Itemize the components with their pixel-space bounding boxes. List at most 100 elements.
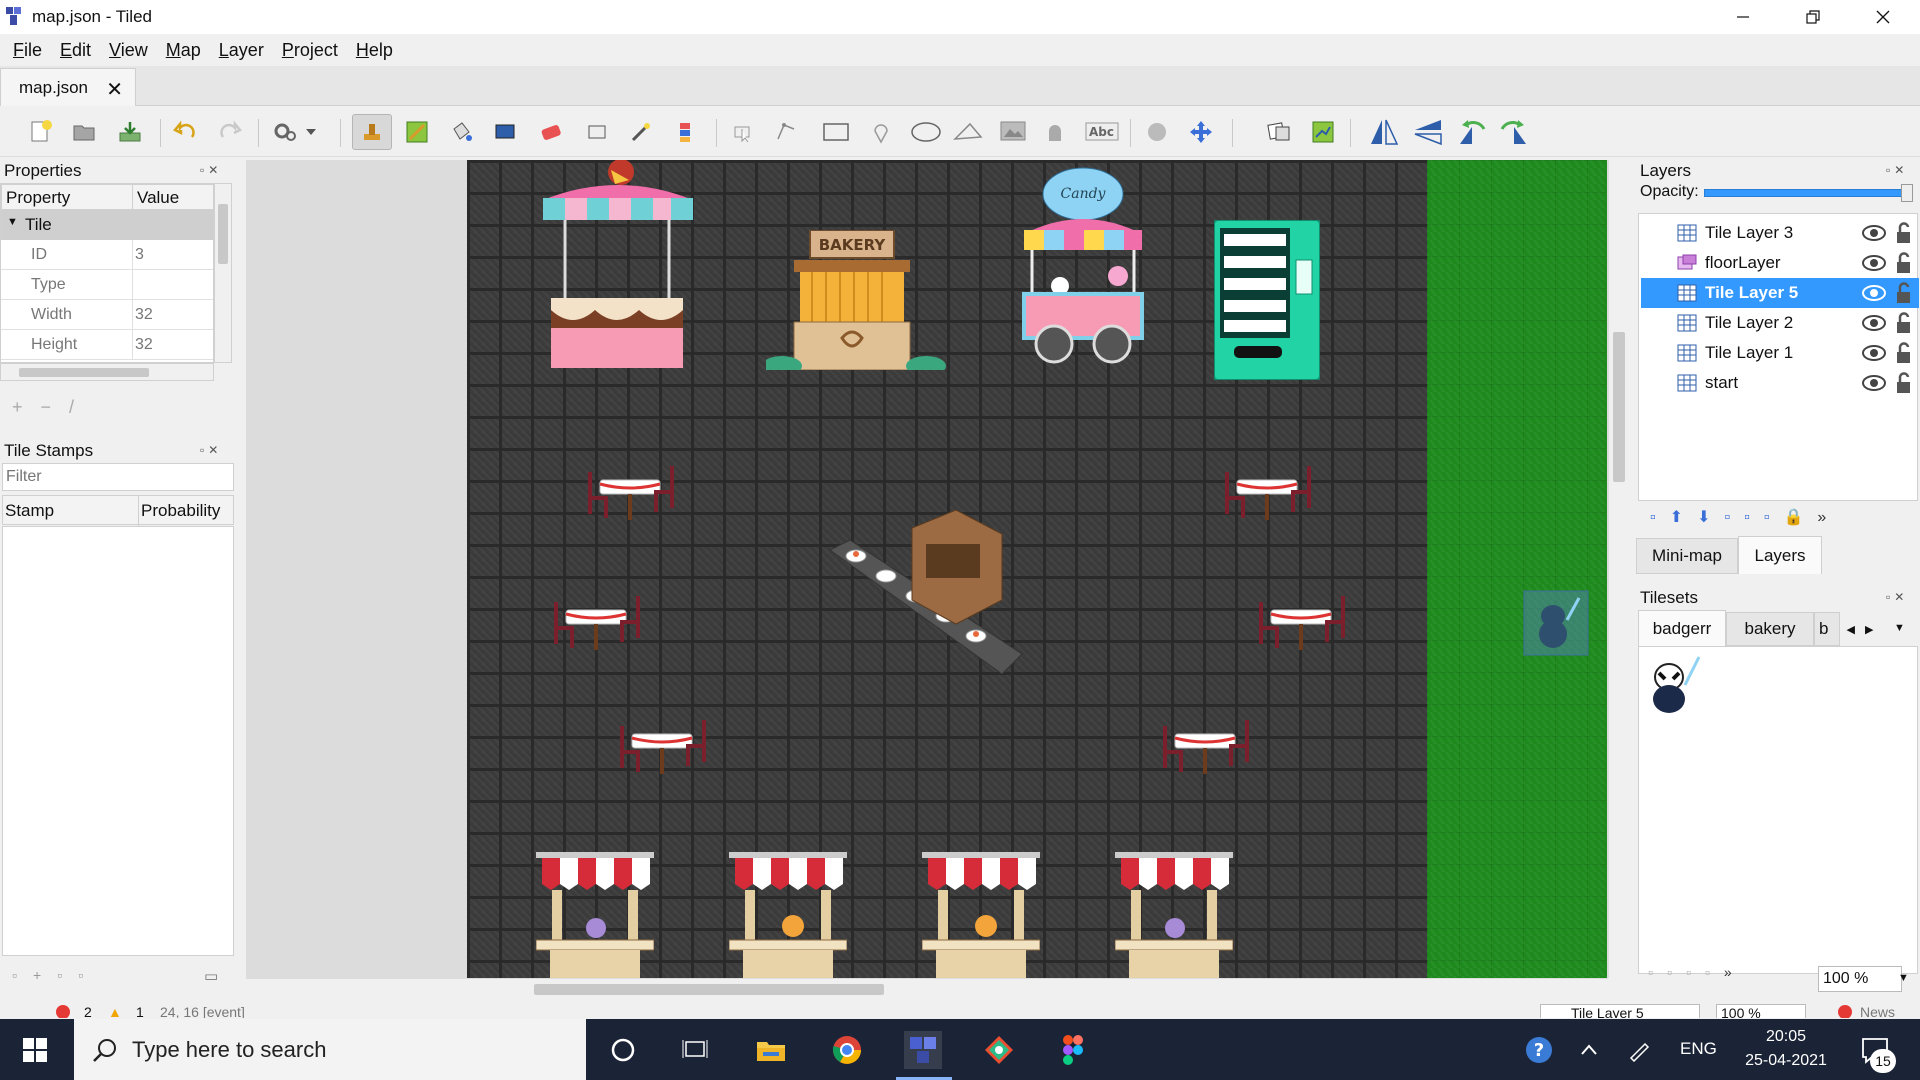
news-icon[interactable] (1838, 1005, 1852, 1018)
insert-tile-tool[interactable] (996, 117, 1030, 147)
grass-layer[interactable] (1427, 160, 1607, 978)
map-canvas[interactable]: BAKERY Candy (246, 160, 1608, 978)
menu-edit[interactable]: Edit (51, 40, 100, 61)
toggle-other-layers-icon[interactable]: ▫ (1764, 509, 1784, 526)
visibility-eye-icon[interactable] (1861, 373, 1887, 393)
scrollbar-thumb[interactable] (218, 204, 228, 264)
remove-layer-icon[interactable]: ▫ (1744, 509, 1764, 526)
tileset-tab-badgerr[interactable]: badgerr (1638, 610, 1726, 646)
layer-row-selected[interactable]: Tile Layer 5 (1641, 278, 1919, 308)
dock-float-close-icons[interactable]: ▫✕ (200, 443, 222, 457)
edit-polygons-tool[interactable] (772, 117, 802, 147)
undo-button[interactable] (170, 117, 200, 147)
visibility-eye-icon[interactable] (1861, 253, 1887, 273)
insert-ellipse-tool[interactable] (908, 117, 944, 147)
tab-scroll-arrows[interactable]: ◀ ▶ (1840, 614, 1880, 644)
tileset-tab-truncated[interactable]: b (1814, 612, 1840, 646)
group-row-tile[interactable]: ▼ Tile (1, 210, 213, 240)
language-indicator[interactable]: ENG (1680, 1039, 1717, 1059)
stamp-options-button[interactable] (270, 117, 300, 147)
stamp-brush-tool[interactable] (352, 114, 392, 150)
scrollbar-thumb[interactable] (534, 984, 884, 995)
layer-row[interactable]: Tile Layer 2 (1641, 308, 1919, 338)
more-actions-icon[interactable]: » (1817, 509, 1840, 526)
save-button[interactable] (115, 117, 145, 147)
property-row[interactable]: ID 3 (1, 240, 213, 270)
properties-vertical-scrollbar[interactable] (214, 183, 232, 363)
unlock-icon[interactable] (1895, 282, 1913, 304)
raise-layer-icon[interactable]: ⬆ (1670, 509, 1697, 526)
chevron-right-icon[interactable]: ▶ (1865, 623, 1873, 636)
tileset-list-dropdown-icon[interactable]: ▼ (1894, 622, 1905, 634)
add-variation-icon[interactable]: + (33, 967, 57, 983)
stamp-list[interactable] (2, 526, 234, 956)
magic-wand-tool[interactable] (626, 117, 656, 147)
tab-minimap[interactable]: Mini-map (1636, 538, 1738, 574)
layer-row[interactable]: floorLayer (1641, 248, 1919, 278)
close-tab-icon[interactable]: ✕ (106, 77, 123, 102)
scrollbar-thumb[interactable] (1613, 332, 1625, 482)
property-row[interactable]: Type (1, 270, 213, 300)
duplicate-stamp-icon[interactable]: ▫ (57, 967, 78, 983)
visibility-eye-icon[interactable] (1861, 283, 1887, 303)
close-window-button[interactable] (1848, 0, 1918, 34)
tileset-actions[interactable]: ▫▫▫▫» (1648, 964, 1746, 980)
open-button[interactable] (70, 117, 100, 147)
tileset-properties-icon[interactable]: ▫ (1705, 964, 1724, 980)
col-property-header[interactable]: Property (1, 184, 133, 210)
terrain-brush-tool[interactable] (402, 117, 432, 147)
stamp-options-dropdown[interactable] (302, 117, 320, 147)
chevron-down-icon[interactable]: ▼ (1898, 972, 1909, 984)
col-value-header[interactable]: Value (132, 184, 213, 210)
help-tray-button[interactable]: ? (1520, 1031, 1558, 1069)
stamp-actions[interactable]: ▫+▫▫ (12, 967, 99, 983)
tileset-tab-bakery[interactable]: bakery (1726, 612, 1814, 646)
tiled-taskbar-button[interactable] (904, 1031, 942, 1069)
chrome-button[interactable] (828, 1031, 866, 1069)
duplicate-layer-icon[interactable]: ▫ (1724, 509, 1744, 526)
scrollbar-thumb[interactable] (19, 368, 149, 377)
world-tool[interactable] (1142, 117, 1172, 147)
menu-file[interactable]: File (4, 40, 51, 61)
menu-help[interactable]: Help (347, 40, 402, 61)
map-zoom-select[interactable]: 100 % (1716, 1004, 1806, 1018)
export-tileset-icon[interactable]: ▫ (1686, 964, 1705, 980)
gitkraken-button[interactable] (980, 1031, 1018, 1069)
minimize-button[interactable] (1708, 0, 1778, 34)
pen-tray-button[interactable] (1620, 1031, 1658, 1069)
tab-layers[interactable]: Layers (1738, 536, 1822, 574)
visibility-eye-icon[interactable] (1861, 223, 1887, 243)
property-row[interactable]: Width 32 (1, 300, 213, 330)
embed-tileset-icon[interactable]: ▫ (1667, 964, 1686, 980)
map-vertical-scrollbar[interactable] (1608, 160, 1628, 978)
property-actions[interactable]: +−/ (12, 397, 92, 418)
layer-row[interactable]: Tile Layer 1 (1641, 338, 1919, 368)
flip-horizontal-button[interactable] (1366, 117, 1402, 147)
task-view-button[interactable] (676, 1031, 714, 1069)
stamp-filter-input[interactable] (2, 463, 234, 491)
redo-button[interactable] (215, 117, 245, 147)
properties-horizontal-scrollbar[interactable] (0, 363, 214, 381)
stamps-folder-icon[interactable]: ▭ (204, 967, 218, 985)
document-tab[interactable]: map.json ✕ (0, 68, 136, 106)
shape-fill-tool[interactable] (490, 117, 520, 147)
new-tileset-icon[interactable]: ▫ (1648, 964, 1667, 980)
unlock-icon[interactable] (1895, 312, 1913, 334)
tileset-view[interactable] (1638, 646, 1918, 974)
eraser-tool[interactable] (536, 117, 566, 147)
layer-actions[interactable]: ▫⬆⬇▫▫▫🔒» (1650, 507, 1840, 527)
taskbar-clock[interactable]: 20:05 25-04-2021 (1740, 1025, 1832, 1073)
current-layer-select[interactable]: Tile Layer 5 (1540, 1004, 1700, 1018)
visibility-eye-icon[interactable] (1861, 313, 1887, 333)
bucket-fill-tool[interactable] (446, 117, 476, 147)
dock-float-close-icons[interactable]: ▫✕ (1886, 590, 1908, 604)
rename-property-icon[interactable]: / (69, 397, 92, 417)
more-actions-icon[interactable]: » (1724, 964, 1746, 980)
opacity-slider-handle[interactable] (1901, 184, 1913, 202)
add-property-icon[interactable]: + (12, 397, 41, 417)
menu-layer[interactable]: Layer (210, 40, 273, 61)
tileset-zoom-select[interactable]: 100 % (1818, 966, 1902, 992)
unlock-icon[interactable] (1895, 342, 1913, 364)
start-button[interactable] (16, 1031, 54, 1069)
menu-view[interactable]: View (100, 40, 157, 61)
